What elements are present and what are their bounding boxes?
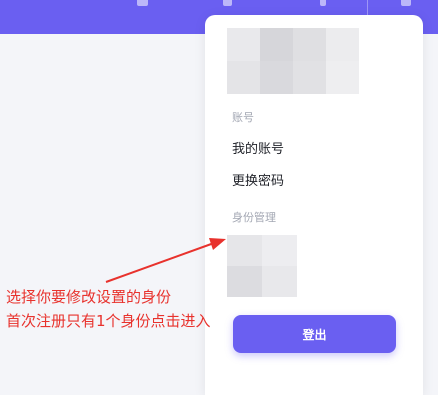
annotation-line-1: 选择你要修改设置的身份	[6, 288, 172, 306]
identity-section-title: 身份管理	[232, 211, 276, 224]
change-password-link[interactable]: 更换密码	[232, 170, 284, 189]
settings-icon[interactable]	[401, 0, 411, 6]
account-section-title: 账号	[232, 111, 254, 124]
nav-icon[interactable]	[320, 0, 326, 6]
nav-icon[interactable]	[223, 0, 232, 6]
logout-button[interactable]: 登出	[233, 315, 396, 353]
annotation-line-2: 首次注册只有1个身份点击进入	[6, 312, 211, 330]
identity-item[interactable]	[227, 235, 297, 297]
my-account-link[interactable]: 我的账号	[232, 138, 284, 157]
nav-icon[interactable]	[137, 0, 148, 6]
user-avatar[interactable]	[227, 28, 359, 94]
